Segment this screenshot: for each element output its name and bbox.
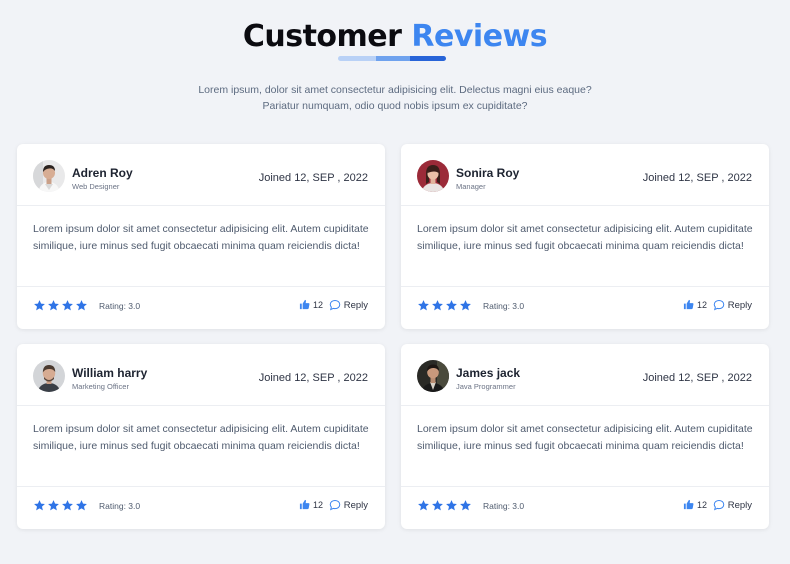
star-icon [432, 300, 443, 311]
star-rating [33, 299, 88, 312]
star-icon [446, 300, 457, 311]
title-underline [338, 56, 446, 61]
rating-text: Rating: 3.0 [483, 301, 525, 311]
rating-text: Rating: 3.0 [483, 501, 525, 511]
like-button[interactable]: 12 [683, 499, 707, 510]
title-main: Customer [242, 19, 402, 54]
reply-label: Reply [343, 299, 368, 311]
star-icon [48, 500, 59, 511]
star-icon [446, 500, 457, 511]
thumbs-up-icon [683, 499, 694, 510]
review-card: Adren Roy Web Designer Joined 12, SEP , … [17, 144, 385, 329]
person-photo-icon [33, 360, 65, 392]
review-card-header: William harry Marketing Officer Joined 1… [17, 344, 385, 406]
review-text: Lorem ipsum dolor sit amet consectetur a… [401, 206, 769, 287]
reviewer-name: Sonira Roy [456, 166, 520, 180]
joined-date: Joined 12, SEP , 2022 [258, 172, 368, 184]
star-icon [34, 300, 45, 311]
star-icon [76, 300, 87, 311]
star-icon [460, 500, 471, 511]
like-count: 12 [696, 299, 707, 310]
star-icon [62, 300, 73, 311]
comment-icon [713, 499, 724, 511]
avatar [33, 160, 65, 192]
reviewer-name: Adren Roy [72, 166, 133, 180]
reviewer-role: Web Designer [72, 182, 120, 191]
star-icon [34, 500, 45, 511]
review-card: Sonira Roy Manager Joined 12, SEP , 2022… [401, 144, 769, 329]
review-card: James jack Java Programmer Joined 12, SE… [401, 344, 769, 529]
thumbs-up-icon [299, 499, 310, 510]
review-card-footer: Rating: 3.0 12 Reply [401, 287, 769, 327]
thumbs-up-icon [683, 299, 694, 310]
star-icon [432, 500, 443, 511]
review-text: Lorem ipsum dolor sit amet consectetur a… [17, 206, 385, 287]
joined-date: Joined 12, SEP , 2022 [642, 172, 752, 184]
review-card-footer: Rating: 3.0 12 Reply [17, 487, 385, 527]
review-text: Lorem ipsum dolor sit amet consectetur a… [17, 406, 385, 487]
reply-button[interactable]: Reply [329, 499, 368, 511]
reply-label: Reply [727, 299, 752, 311]
reply-label: Reply [727, 499, 752, 511]
avatar [417, 360, 449, 392]
page-title: Customer Reviews [0, 18, 790, 56]
reply-button[interactable]: Reply [713, 299, 752, 311]
page-subtitle: Lorem ipsum, dolor sit amet consectetur … [198, 84, 592, 112]
like-button[interactable]: 12 [299, 499, 323, 510]
reply-button[interactable]: Reply [713, 499, 752, 511]
review-card-header: James jack Java Programmer Joined 12, SE… [401, 344, 769, 406]
avatar [417, 160, 449, 192]
comment-icon [329, 499, 340, 511]
reply-label: Reply [343, 499, 368, 511]
review-card: William harry Marketing Officer Joined 1… [17, 344, 385, 529]
title-accent: Reviews [411, 19, 548, 54]
like-count: 12 [312, 299, 323, 310]
reviewer-role: Marketing Officer [72, 382, 129, 391]
star-icon [418, 500, 429, 511]
review-card-header: Adren Roy Web Designer Joined 12, SEP , … [17, 144, 385, 206]
person-photo-icon [33, 160, 65, 192]
like-count: 12 [312, 499, 323, 510]
star-icon [62, 500, 73, 511]
review-card-footer: Rating: 3.0 12 Reply [17, 287, 385, 327]
like-count: 12 [696, 499, 707, 510]
reviewer-role: Manager [456, 182, 486, 191]
star-icon [460, 300, 471, 311]
comment-icon [713, 299, 724, 311]
star-icon [76, 500, 87, 511]
page-header: Customer Reviews Lorem ipsum, dolor sit … [0, 18, 790, 112]
person-photo-icon [417, 160, 449, 192]
reviewer-role: Java Programmer [456, 382, 516, 391]
reviewer-name: William harry [72, 366, 148, 380]
review-card-header: Sonira Roy Manager Joined 12, SEP , 2022 [401, 144, 769, 206]
avatar [33, 360, 65, 392]
joined-date: Joined 12, SEP , 2022 [258, 372, 368, 384]
like-button[interactable]: 12 [299, 299, 323, 310]
rating-text: Rating: 3.0 [99, 501, 141, 511]
comment-icon [329, 299, 340, 311]
star-rating [417, 499, 472, 512]
thumbs-up-icon [299, 299, 310, 310]
star-icon [418, 300, 429, 311]
review-text: Lorem ipsum dolor sit amet consectetur a… [401, 406, 769, 487]
rating-text: Rating: 3.0 [99, 301, 141, 311]
like-button[interactable]: 12 [683, 299, 707, 310]
review-card-footer: Rating: 3.0 12 Reply [401, 487, 769, 527]
person-photo-icon [417, 360, 449, 392]
star-rating [417, 299, 472, 312]
star-rating [33, 499, 88, 512]
star-icon [48, 300, 59, 311]
reviewer-name: James jack [456, 366, 521, 380]
reply-button[interactable]: Reply [329, 299, 368, 311]
joined-date: Joined 12, SEP , 2022 [642, 372, 752, 384]
